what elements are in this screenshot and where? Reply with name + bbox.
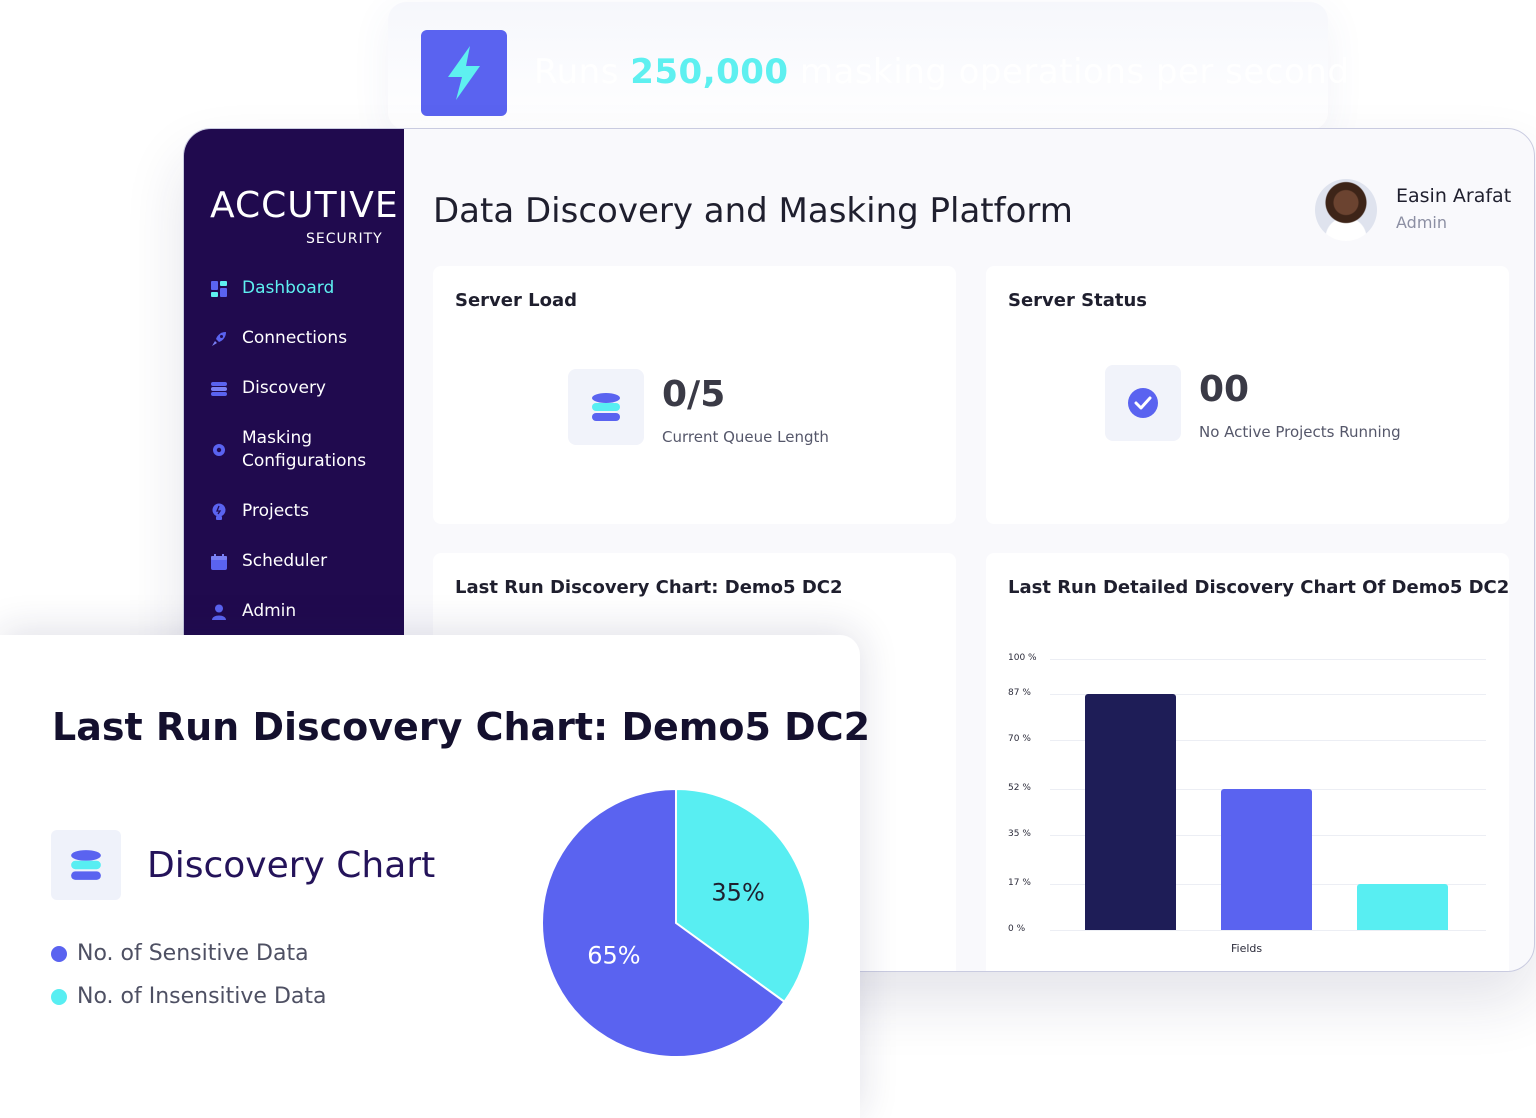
page-title: Data Discovery and Masking Platform bbox=[433, 191, 1073, 231]
grid-line bbox=[1050, 930, 1486, 931]
sidebar-item-discovery[interactable]: Discovery bbox=[210, 377, 400, 400]
legend-label: No. of Sensitive Data bbox=[77, 941, 309, 966]
status-label: No Active Projects Running bbox=[1199, 423, 1401, 441]
logo-text: ACCUTIVE bbox=[210, 185, 399, 226]
popup-title: Last Run Discovery Chart: Demo5 DC2 bbox=[52, 705, 871, 749]
x-axis-label: Fields bbox=[1231, 942, 1263, 955]
accutive-logo[interactable]: ACCUTIVE SECURITY bbox=[210, 185, 399, 247]
calendar-icon bbox=[210, 553, 228, 571]
pie-slice-label: 65% bbox=[587, 942, 640, 970]
status-value: 00 bbox=[1199, 369, 1250, 410]
server-load-card: Server Load 0/5 Current Queue Length bbox=[433, 266, 956, 524]
sidebar-item-label: Connections bbox=[242, 328, 348, 348]
sidebar-item-label: Admin bbox=[242, 601, 297, 621]
queue-value: 0/5 bbox=[662, 374, 726, 415]
sidebar-item-dashboard[interactable]: Dashboard bbox=[210, 277, 400, 300]
legend-item-insensitive: No. of Insensitive Data bbox=[51, 984, 326, 1009]
database-icon bbox=[51, 830, 121, 900]
card-title: Last Run Discovery Chart: Demo5 DC2 bbox=[455, 577, 843, 598]
dashboard-icon bbox=[210, 280, 228, 298]
check-circle-icon bbox=[1128, 388, 1158, 418]
gear-icon bbox=[210, 441, 228, 459]
user-role: Admin bbox=[1396, 213, 1447, 232]
bulb-icon bbox=[210, 503, 228, 521]
banner-text: Runs 250,000 masking operations per seco… bbox=[534, 52, 1350, 92]
queue-label: Current Queue Length bbox=[662, 428, 829, 446]
card-title: Server Status bbox=[1008, 290, 1147, 311]
sidebar-item-label: Projects bbox=[242, 501, 310, 521]
pie-legend: No. of Sensitive Data No. of Insensitive… bbox=[51, 941, 326, 1027]
server-status-card: Server Status 00 No Active Projects Runn… bbox=[986, 266, 1509, 524]
user-name: Easin Arafat bbox=[1396, 185, 1512, 207]
feature-banner: Runs 250,000 masking operations per seco… bbox=[388, 2, 1349, 130]
bar[interactable] bbox=[1357, 883, 1448, 930]
lightning-icon bbox=[421, 30, 507, 116]
sidebar-item-label: Dashboard bbox=[242, 278, 335, 298]
discovery-popup-card: Last Run Discovery Chart: Demo5 DC2 Disc… bbox=[0, 635, 870, 1118]
sidebar-item-connections[interactable]: Connections bbox=[210, 327, 400, 350]
y-tick-label: 52 % bbox=[1008, 783, 1031, 794]
popup-subtitle: Discovery Chart bbox=[147, 845, 436, 886]
logo-subtext: SECURITY bbox=[306, 231, 383, 247]
pie-chart: 35% 65% bbox=[541, 787, 811, 1058]
card-title: Server Load bbox=[455, 290, 578, 311]
database-icon bbox=[568, 369, 644, 445]
bar-chart: 100 % 87 % 70 % 52 % 35 % 17 % 0 % Fields bbox=[986, 553, 1509, 971]
avatar[interactable] bbox=[1315, 179, 1377, 241]
y-tick-label: 35 % bbox=[1008, 829, 1031, 840]
sidebar-item-projects[interactable]: Projects bbox=[210, 500, 400, 523]
legend-dot bbox=[51, 945, 67, 962]
y-tick-label: 100 % bbox=[1008, 653, 1037, 663]
database-icon bbox=[210, 380, 228, 398]
legend-item-sensitive: No. of Sensitive Data bbox=[51, 941, 326, 966]
y-tick-label: 17 % bbox=[1008, 877, 1031, 888]
sidebar-item-label: Scheduler bbox=[242, 551, 328, 571]
legend-label: No. of Insensitive Data bbox=[77, 984, 327, 1009]
user-icon bbox=[210, 603, 228, 621]
user-profile[interactable]: Easin Arafat Admin bbox=[1315, 179, 1534, 243]
rocket-icon bbox=[210, 330, 228, 348]
pie-slice-label: 35% bbox=[711, 878, 764, 906]
sidebar-item-label: Masking Configurations bbox=[242, 428, 367, 471]
sidebar-item-label: Discovery bbox=[242, 378, 326, 398]
sidebar-item-masking-configurations[interactable]: Masking Configurations bbox=[210, 427, 400, 473]
y-tick-label: 70 % bbox=[1008, 734, 1031, 745]
y-tick-label: 0 % bbox=[1008, 924, 1026, 934]
sidebar-nav: Dashboard Connections Discovery Masking … bbox=[210, 277, 400, 650]
legend-dot bbox=[51, 988, 67, 1005]
grid-line bbox=[1050, 659, 1486, 660]
bar[interactable] bbox=[1221, 789, 1312, 930]
detailed-chart-card: Last Run Detailed Discovery Chart Of Dem… bbox=[986, 553, 1509, 971]
sidebar-item-admin[interactable]: Admin bbox=[210, 600, 400, 623]
status-icon-box bbox=[1105, 365, 1181, 441]
y-tick-label: 87 % bbox=[1008, 688, 1031, 699]
bar[interactable] bbox=[1085, 694, 1176, 930]
sidebar-item-scheduler[interactable]: Scheduler bbox=[210, 550, 400, 573]
